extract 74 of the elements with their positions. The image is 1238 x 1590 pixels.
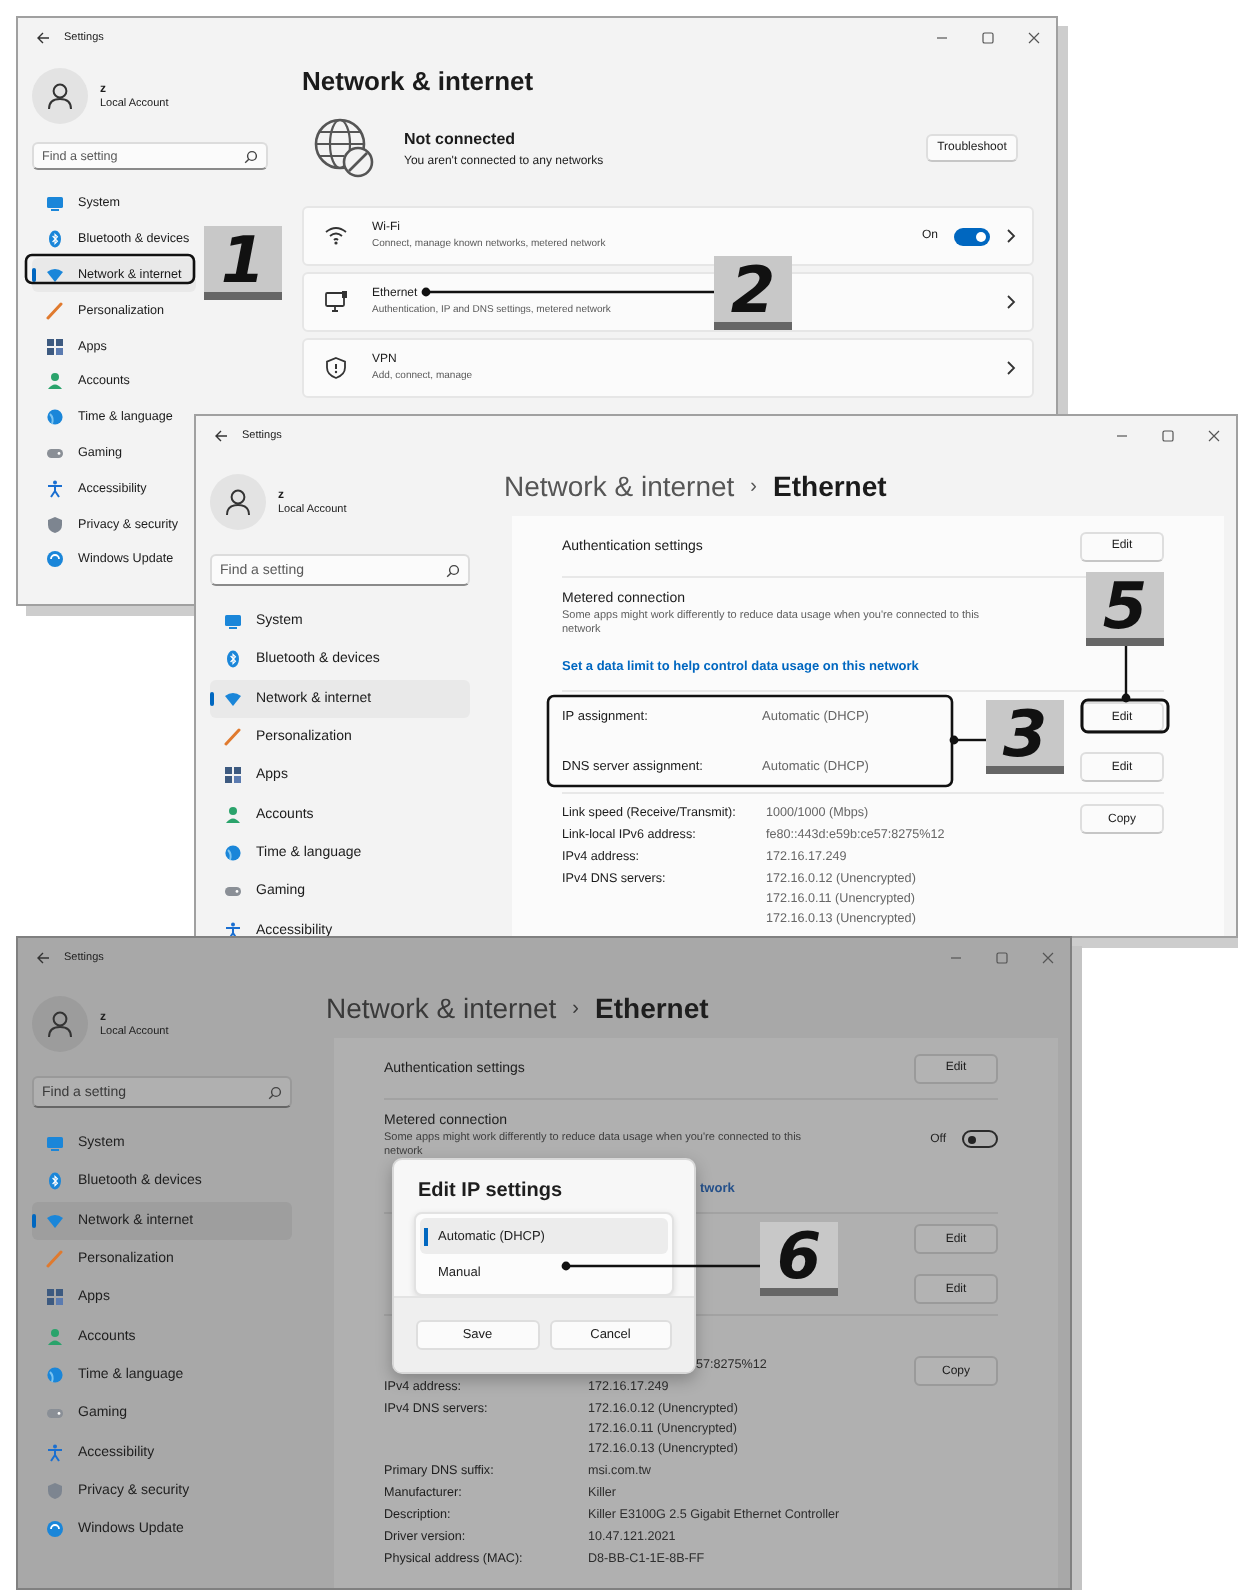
minimize-icon[interactable] [1116,430,1128,442]
leader-line [1121,646,1131,703]
close-icon[interactable] [1208,430,1220,442]
close-icon[interactable] [1042,952,1054,964]
callout-badge: 5 [1086,572,1164,646]
callout-badge: 6 [760,1222,838,1296]
minimize-icon[interactable] [936,32,948,44]
monitor-icon [46,194,64,213]
chevron-right-icon[interactable] [1006,228,1016,244]
maximize-icon[interactable] [982,32,994,44]
gamepad-icon [224,882,242,901]
search-icon[interactable] [244,149,258,163]
breadcrumb-separator: › [572,997,580,1019]
breadcrumb-current: Ethernet [773,470,887,502]
breadcrumb-current: Ethernet [595,992,709,1024]
sync-icon [46,550,64,569]
breadcrumb-separator: › [750,475,758,497]
back-arrow-icon[interactable] [214,430,228,442]
dialog-title: Edit IP settings [416,1178,565,1206]
globe-icon [224,843,242,862]
maximize-icon[interactable] [1162,430,1174,442]
avatar-icon [32,68,88,124]
bluetooth-icon [46,230,64,249]
chevron-right-icon[interactable] [1006,360,1016,376]
search-icon[interactable] [268,1085,282,1099]
apps-grid-icon [224,766,242,785]
globe-icon [46,1365,64,1384]
wifi-icon [46,1211,64,1230]
callout-badge: 1 [204,226,282,300]
callout-badge: 2 [714,256,792,330]
brush-icon [224,728,242,747]
bluetooth-icon [224,650,242,669]
monitor-icon [324,290,348,314]
leader-line [949,735,986,745]
bluetooth-icon [46,1172,64,1191]
apps-grid-icon [46,337,64,356]
maximize-icon[interactable] [996,952,1008,964]
globe-icon [46,408,64,427]
back-arrow-icon[interactable] [36,952,50,964]
toggle-switch[interactable] [962,1130,998,1148]
breadcrumb-parent[interactable]: Network & internet [504,470,735,502]
monitor-icon [46,1134,64,1153]
avatar-icon [32,996,88,1052]
wifi-icon [46,265,64,284]
back-arrow-icon[interactable] [36,32,50,44]
page-title: Network & internet [302,66,536,98]
highlight-outline [1080,698,1170,734]
wifi-icon [224,689,242,708]
close-icon[interactable] [1028,32,1040,44]
gamepad-icon [46,1404,64,1423]
apps-grid-icon [46,1288,64,1307]
brush-icon [46,301,64,320]
toggle-switch[interactable] [954,227,990,245]
avatar-icon [210,474,266,530]
callout-badge: 3 [986,700,1064,774]
brush-icon [46,1250,64,1269]
accessibility-icon [46,479,64,498]
shield-icon [46,515,64,534]
person-icon [46,372,64,391]
shield-icon [46,1481,64,1500]
sync-icon [46,1520,64,1539]
person-icon [224,805,242,824]
chevron-right-icon[interactable] [1006,294,1016,310]
shield-icon [324,356,348,380]
accessibility-icon [46,1443,64,1462]
wifi-icon [324,224,348,248]
accessibility-icon [224,921,242,936]
globe-blocked-icon [312,116,376,180]
gamepad-icon [46,443,64,462]
status-title: Not connected [404,129,518,147]
search-icon[interactable] [446,563,460,577]
breadcrumb-parent[interactable]: Network & internet [326,992,557,1024]
monitor-icon [224,612,242,631]
person-icon [46,1327,64,1346]
